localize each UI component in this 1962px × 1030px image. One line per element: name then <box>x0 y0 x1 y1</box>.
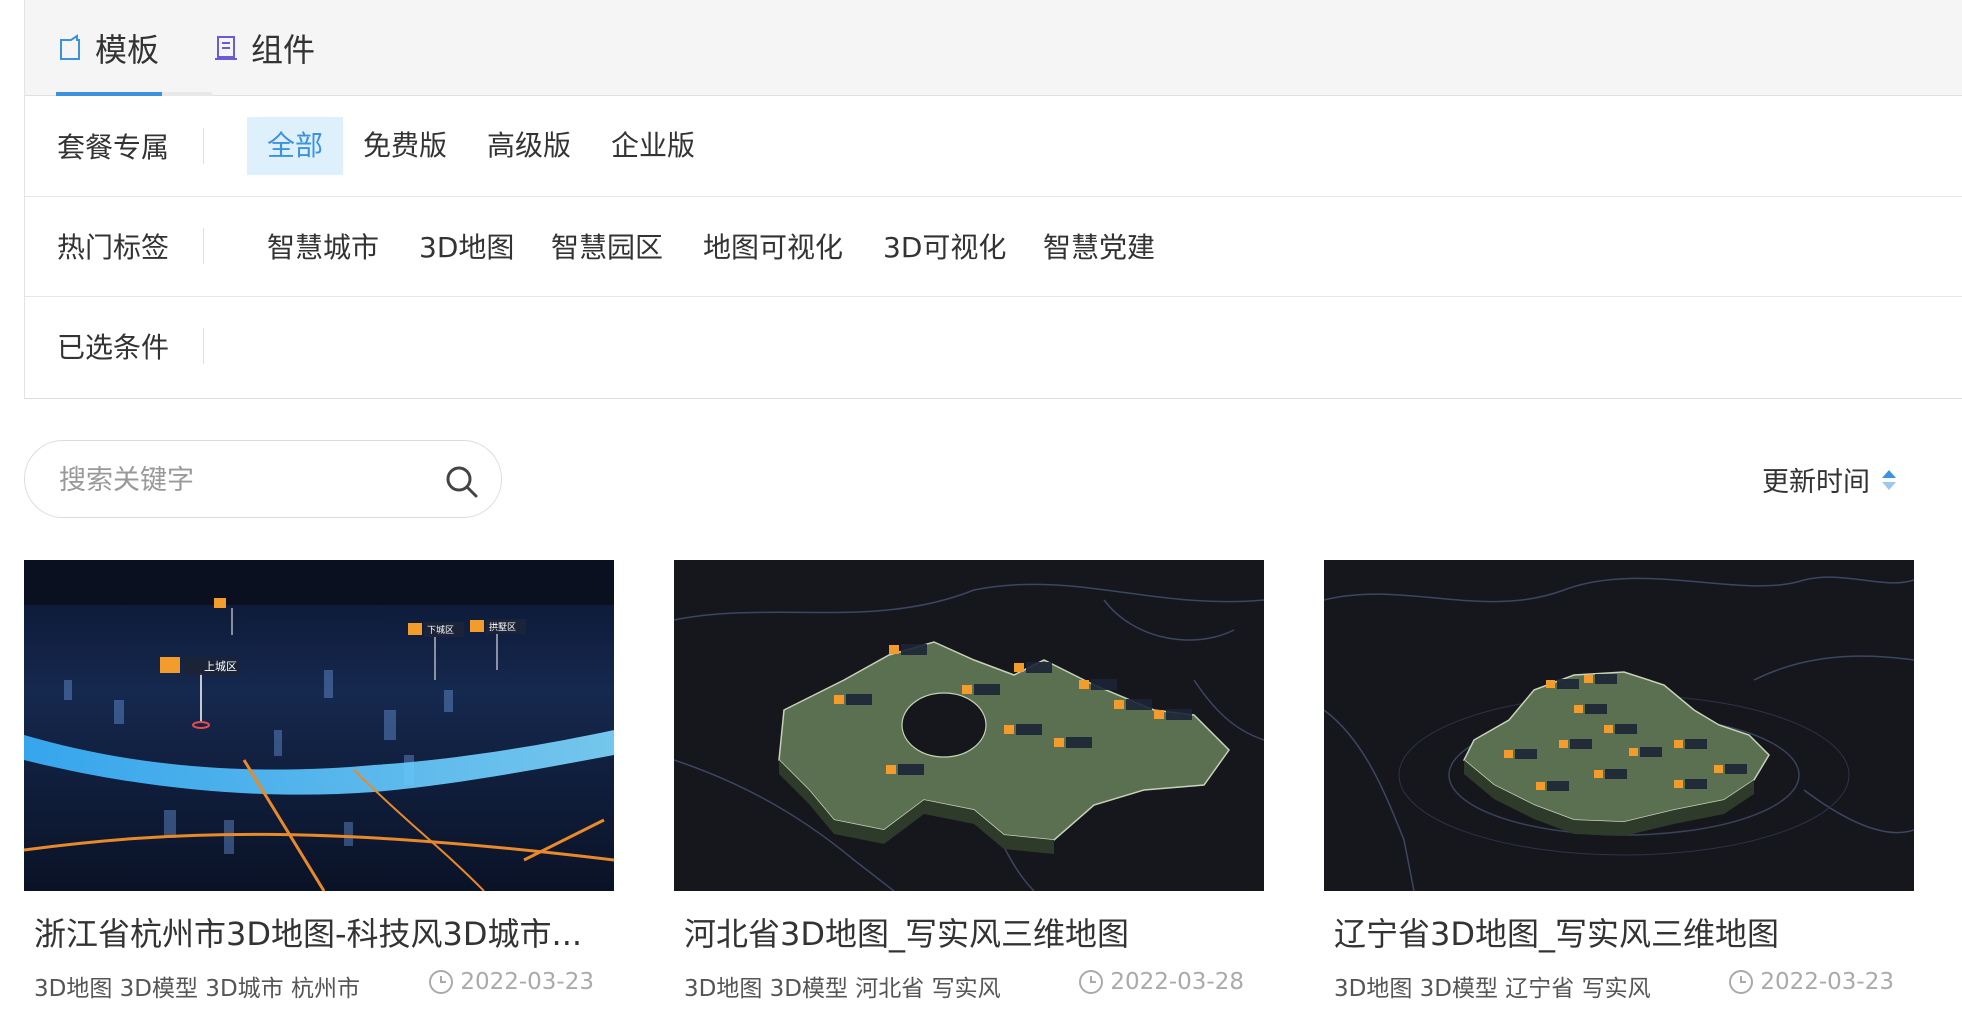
filter-title-selected: 已选条件 <box>57 331 170 364</box>
template-icon <box>60 34 80 60</box>
tag-3d-visualization[interactable]: 3D可视化 <box>883 226 1006 266</box>
sort-label: 更新时间 <box>1762 467 1870 498</box>
search-input[interactable] <box>57 459 441 501</box>
clock-icon <box>429 970 454 994</box>
filter-panel: 套餐专属 全部 免费版 高级版 企业版 热门标签 智慧城市 3D地图 智慧园区 … <box>24 96 1962 399</box>
filter-row-selected: 已选条件 <box>25 296 1962 396</box>
filter-separator <box>203 328 204 364</box>
sort-by-update-time[interactable]: 更新时间 <box>1762 460 1898 499</box>
tab-components[interactable]: 组件 <box>213 0 315 96</box>
card-date: 2022-03-28 <box>1078 969 1244 995</box>
search-box <box>24 440 502 518</box>
tag-smart-city[interactable]: 智慧城市 <box>267 226 379 266</box>
card-title[interactable]: 浙江省杭州市3D地图-科技风3D城市... <box>34 909 609 955</box>
card-meta: 3D地图 3D模型 河北省 写实风 2022-03-28 <box>674 965 1264 1005</box>
card-tags: 3D地图 3D模型 河北省 写实风 <box>684 976 1001 1002</box>
tab-label: 模板 <box>95 31 160 69</box>
filter-row-package: 套餐专属 全部 免费版 高级版 企业版 <box>25 96 1962 196</box>
sort-arrows-icon <box>1882 469 1896 490</box>
card-thumbnail[interactable] <box>1324 560 1914 891</box>
card-tags: 3D地图 3D模型 辽宁省 写实风 <box>1334 976 1651 1002</box>
tag-smart-party[interactable]: 智慧党建 <box>1043 226 1155 266</box>
card-tags: 3D地图 3D模型 3D城市 杭州市 <box>34 976 360 1002</box>
tag-3d-map[interactable]: 3D地图 <box>419 226 514 266</box>
component-icon <box>215 36 237 60</box>
filter-separator <box>203 128 204 164</box>
clock-icon <box>1079 970 1104 994</box>
card-date-text: 2022-03-23 <box>1760 969 1894 995</box>
clock-icon <box>1729 970 1754 994</box>
filter-separator <box>203 228 204 264</box>
card-date-text: 2022-03-28 <box>1110 969 1244 995</box>
tab-label: 组件 <box>251 31 316 69</box>
thumb-label: 下城区 <box>427 625 454 636</box>
tab-templates[interactable]: 模板 <box>57 0 160 96</box>
thumb-label: 拱墅区 <box>489 621 516 633</box>
filter-row-hot-tags: 热门标签 智慧城市 3D地图 智慧园区 地图可视化 3D可视化 智慧党建 <box>25 196 1962 296</box>
template-card[interactable]: 辽宁省3D地图_写实风三维地图 3D地图 3D模型 辽宁省 写实风 2022-0… <box>1324 560 1914 1005</box>
card-date: 2022-03-23 <box>1728 969 1894 995</box>
tag-map-visualization[interactable]: 地图可视化 <box>703 226 843 266</box>
card-title[interactable]: 辽宁省3D地图_写实风三维地图 <box>1334 909 1909 955</box>
thumb-label: 上城区 <box>204 660 237 673</box>
search-icon[interactable] <box>443 463 481 501</box>
chip-free[interactable]: 免费版 <box>343 117 467 175</box>
filter-title-hot-tags: 热门标签 <box>57 231 170 264</box>
card-date: 2022-03-23 <box>428 969 594 995</box>
filter-title-package: 套餐专属 <box>57 131 170 164</box>
tabs-bar: 模板 组件 <box>24 0 1962 96</box>
chip-enterprise[interactable]: 企业版 <box>591 117 715 175</box>
card-meta: 3D地图 3D模型 辽宁省 写实风 2022-03-23 <box>1324 965 1914 1005</box>
card-date-text: 2022-03-23 <box>460 969 594 995</box>
card-thumbnail[interactable]: 上城区 下城区 拱墅区 <box>24 560 614 891</box>
card-meta: 3D地图 3D模型 3D城市 杭州市 2022-03-23 <box>24 965 614 1005</box>
card-thumbnail[interactable] <box>674 560 1264 891</box>
template-card[interactable]: 上城区 下城区 拱墅区 浙江省杭州市3D地图-科技风3D城市... 3D地图 3… <box>24 560 614 1005</box>
card-title[interactable]: 河北省3D地图_写实风三维地图 <box>684 909 1259 955</box>
chip-all[interactable]: 全部 <box>247 117 344 175</box>
chip-advanced[interactable]: 高级版 <box>467 117 591 175</box>
template-card[interactable]: 河北省3D地图_写实风三维地图 3D地图 3D模型 河北省 写实风 2022-0… <box>674 560 1264 1005</box>
tag-smart-park[interactable]: 智慧园区 <box>551 226 663 266</box>
